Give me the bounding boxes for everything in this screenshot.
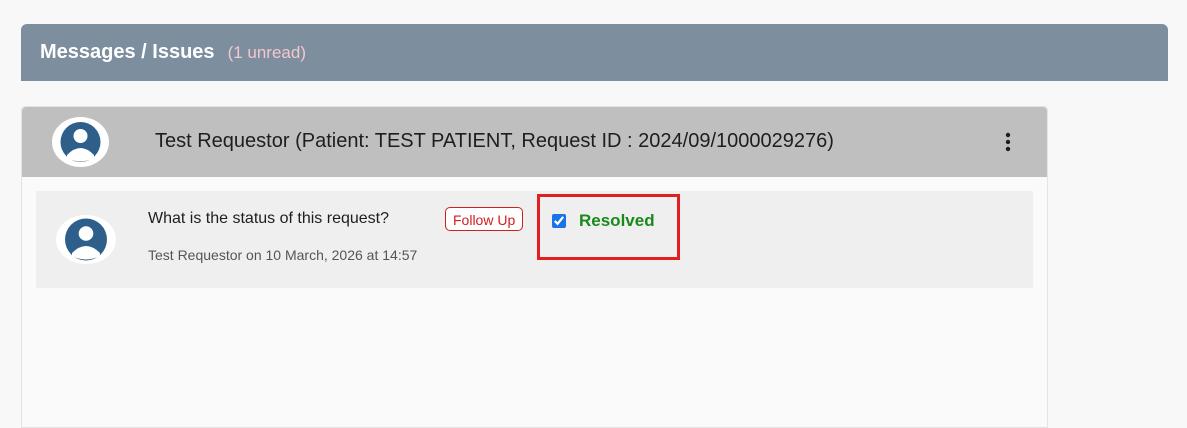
resolved-label[interactable]: Resolved [579, 211, 655, 231]
more-vertical-icon[interactable] [999, 130, 1017, 154]
message-meta: Test Requestor on 10 March, 2026 at 14:5… [148, 247, 418, 263]
user-avatar-icon [56, 215, 116, 264]
message-item: What is the status of this request? Test… [36, 191, 1033, 288]
thread-title: Test Requestor (Patient: TEST PATIENT, R… [155, 130, 834, 152]
thread-header[interactable]: Test Requestor (Patient: TEST PATIENT, R… [22, 107, 1047, 177]
follow-up-badge[interactable]: Follow Up [445, 207, 524, 231]
messages-header: Messages / Issues (1 unread) [21, 24, 1168, 81]
page-title: Messages / Issues [40, 41, 215, 63]
resolved-checkbox[interactable] [552, 214, 566, 228]
message-text: What is the status of this request? [148, 210, 390, 227]
message-thread: Test Requestor (Patient: TEST PATIENT, R… [21, 106, 1048, 428]
unread-count: (1 unread) [227, 42, 306, 62]
user-avatar-icon [52, 117, 109, 167]
